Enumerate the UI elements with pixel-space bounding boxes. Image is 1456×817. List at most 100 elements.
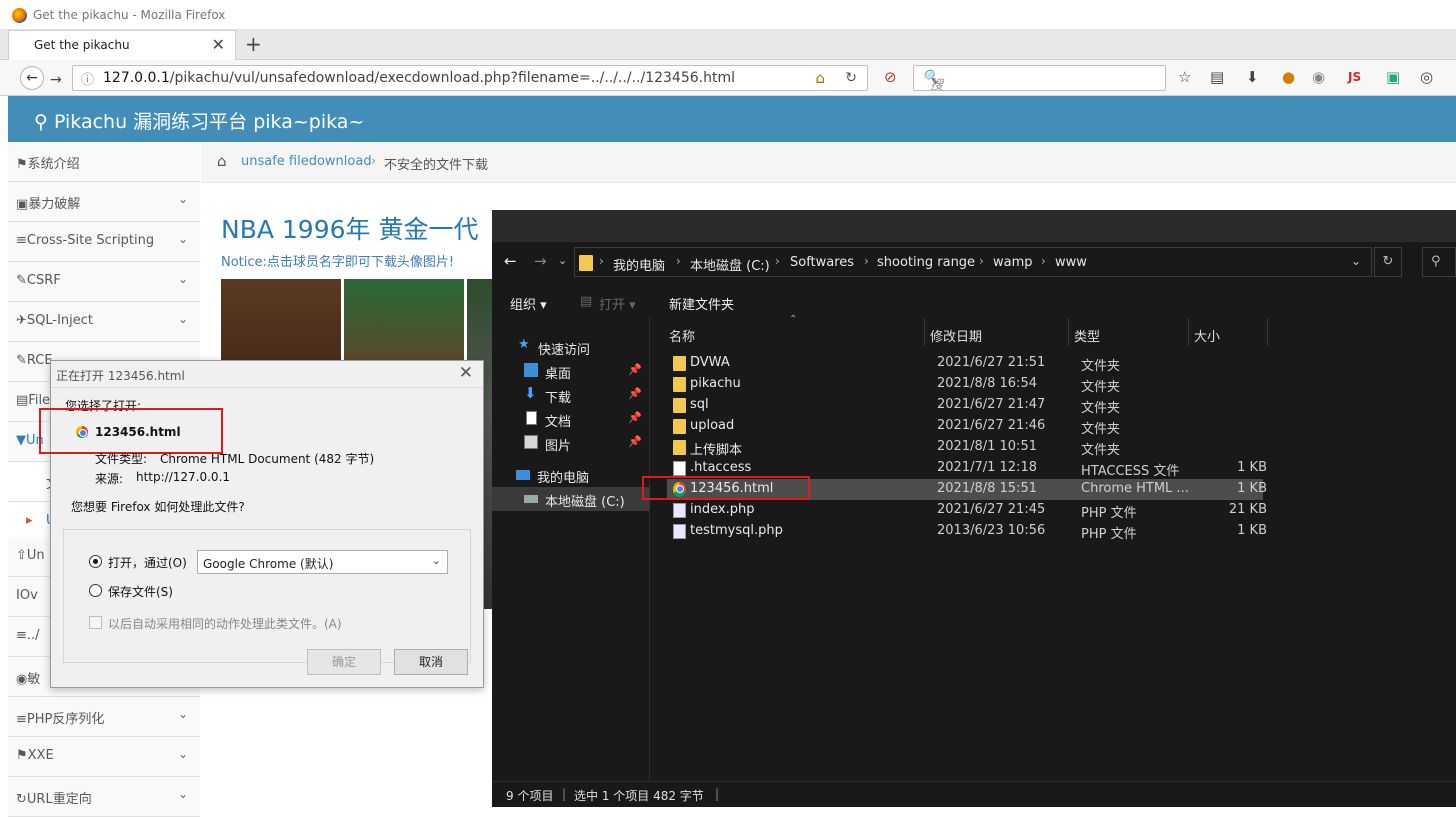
source-value: http://127.0.0.1 — [136, 470, 231, 484]
sidebar-item-php-unserialize[interactable]: ≡PHP反序列化 ⌄ — [8, 697, 200, 737]
open-with-label[interactable]: 打开，通过(O) — [108, 554, 187, 571]
path-crumb[interactable]: shooting range — [877, 255, 975, 270]
downloads-icon[interactable]: ⬇ — [1246, 68, 1259, 86]
file-row[interactable]: sql 2021/6/27 21:47 文件夹 — [667, 395, 1263, 416]
nav-pictures[interactable]: 图片 📌 — [492, 431, 650, 455]
js-toggle-icon[interactable]: JS — [1348, 70, 1361, 84]
folder-icon — [673, 398, 686, 413]
back-button[interactable]: ← — [20, 66, 44, 90]
extension-icon[interactable]: ● — [1282, 68, 1295, 86]
path-crumb[interactable]: Softwares — [790, 255, 854, 270]
nav-local-disk[interactable]: 本地磁盘 (C:) — [492, 487, 650, 511]
block-icon[interactable]: ⊘ — [884, 68, 897, 86]
upload-icon: ⇧ — [16, 548, 27, 563]
file-row[interactable]: DVWA 2021/6/27 21:51 文件夹 — [667, 353, 1263, 374]
tab-label: Get the pikachu — [34, 38, 130, 52]
auto-action-checkbox[interactable] — [89, 616, 102, 629]
column-header-size[interactable]: 大小 — [1194, 326, 1220, 345]
url-bar[interactable]: ⓘ 127.0.0.1/pikachu/vul/unsafedownload/e… — [72, 65, 868, 91]
star-icon: ★ — [518, 337, 530, 352]
addon-icon[interactable]: ◉ — [1312, 68, 1325, 86]
breadcrumb-link[interactable]: unsafe filedownload — [241, 154, 372, 169]
nav-downloads[interactable]: ⬇ 下载 📌 — [492, 383, 650, 407]
file-icon: ▤ — [16, 393, 29, 408]
file-row[interactable]: 上传脚本 2021/8/1 10:51 文件夹 — [667, 437, 1263, 458]
plane-icon: ✈ — [16, 313, 27, 328]
nav-desktop[interactable]: 桌面 📌 — [492, 359, 650, 383]
back-arrow-icon[interactable]: ← — [504, 252, 517, 270]
reload-icon[interactable]: ↻ — [845, 70, 857, 86]
path-crumb[interactable]: www — [1055, 255, 1087, 270]
dialog-close-icon[interactable]: ✕ — [459, 363, 473, 383]
folder-icon — [673, 419, 686, 434]
site-brand[interactable]: ⚲ Pikachu 漏洞练习平台 pika~pika~ — [34, 107, 364, 134]
refresh-icon[interactable]: ↻ — [1374, 247, 1402, 277]
forward-arrow-icon[interactable]: → — [534, 252, 547, 270]
new-tab-button[interactable]: + — [245, 32, 262, 56]
sidebar-item-csrf[interactable]: ✎CSRF ⌄ — [8, 262, 200, 302]
new-folder-button[interactable]: 新建文件夹 — [669, 294, 734, 313]
column-header-date[interactable]: 修改日期 — [930, 326, 982, 345]
nav-this-pc[interactable]: 我的电脑 — [492, 463, 650, 487]
url-text: 127.0.0.1/pikachu/vul/unsafedownload/exe… — [103, 70, 735, 86]
open-button[interactable]: 打开 ▾ — [599, 294, 636, 313]
address-dropdown-icon[interactable]: ⌄ — [1351, 254, 1361, 268]
column-header-name[interactable]: 名称 — [669, 326, 695, 345]
open-with-radio[interactable] — [89, 555, 102, 568]
file-type-value: Chrome HTML Document (482 字节) — [160, 452, 375, 466]
bookmark-star-icon[interactable]: ☆ — [1178, 68, 1191, 86]
auto-action-label[interactable]: 以后自动采用相同的动作处理此类文件。(A) — [108, 615, 342, 632]
align-icon: ≡ — [16, 628, 27, 643]
search-input[interactable]: 🔍 搜索 — [913, 65, 1166, 112]
picture-icon — [524, 435, 538, 449]
forward-button[interactable]: → — [50, 72, 62, 88]
open-with-select[interactable]: Google Chrome (默认) ⌄ — [197, 550, 448, 574]
folder-icon — [673, 356, 686, 371]
save-file-radio[interactable] — [89, 584, 102, 597]
window-titlebar: Get the pikachu - Mozilla Firefox — [0, 0, 1456, 30]
search-icon[interactable]: ⚲ — [1422, 247, 1456, 277]
path-crumb[interactable]: wamp — [993, 255, 1033, 270]
cancel-button[interactable]: 取消 — [394, 649, 468, 675]
breadcrumb-separator: › — [371, 154, 377, 169]
nav-quick-access[interactable]: ★ 快速访问 — [492, 335, 650, 359]
path-crumb[interactable]: 本地磁盘 (C:) — [690, 255, 770, 274]
drive-icon — [524, 495, 538, 503]
image-extension-icon[interactable]: ▣ — [1386, 68, 1400, 86]
ok-button[interactable]: 确定 — [307, 649, 381, 675]
pin-icon: 📌 — [628, 435, 642, 448]
dialog-title: 正在打开 123456.html — [56, 369, 185, 383]
home-icon[interactable]: ⌂ — [217, 152, 227, 170]
pin-icon: 📌 — [628, 387, 642, 400]
sidebar-item-sqli[interactable]: ✈SQL-Inject ⌄ — [8, 302, 200, 342]
explorer-address-bar[interactable]: › 我的电脑 › 本地磁盘 (C:) › Softwares › shootin… — [574, 247, 1372, 277]
close-tab-icon[interactable]: ✕ — [212, 35, 225, 54]
sidebar-item-xxe[interactable]: ⚑XXE ⌄ — [8, 737, 200, 777]
sidebar-item-xss[interactable]: ≡Cross-Site Scripting ⌄ — [8, 222, 200, 262]
info-icon[interactable]: ⓘ — [81, 69, 94, 88]
php-file-icon — [673, 503, 686, 518]
computer-icon — [516, 470, 530, 480]
sidebar-item-intro[interactable]: ⚑系统介绍 — [8, 142, 200, 182]
history-chevron-icon[interactable]: ⌄ — [558, 254, 567, 267]
file-row[interactable]: upload 2021/6/27 21:46 文件夹 — [667, 416, 1263, 437]
save-file-label[interactable]: 保存文件(S) — [108, 583, 173, 600]
home-icon[interactable]: ⌂ — [815, 69, 825, 87]
palette-icon[interactable]: ◎ — [1420, 68, 1433, 86]
sidebar-item-url-redirect[interactable]: ↻URL重定向 ⌄ — [8, 777, 200, 817]
nav-documents[interactable]: 文档 📌 — [492, 407, 650, 431]
action-question: 您想要 Firefox 如何处理此文件? — [69, 498, 247, 515]
selection-info: 选中 1 个项目 482 字节 — [574, 789, 704, 803]
sidebar-item-bruteforce[interactable]: ▣暴力破解 ⌄ — [8, 182, 200, 222]
column-header-type[interactable]: 类型 — [1074, 326, 1100, 345]
file-row[interactable]: pikachu 2021/8/8 16:54 文件夹 — [667, 374, 1263, 395]
organize-button[interactable]: 组织 ▾ — [510, 294, 547, 313]
navigation-toolbar: ← → ⓘ 127.0.0.1/pikachu/vul/unsafedownlo… — [0, 60, 1456, 112]
reading-list-icon[interactable]: ▤ — [1210, 68, 1224, 86]
tag-icon: ⚑ — [16, 157, 28, 172]
tab-get-the-pikachu[interactable]: Get the pikachu ✕ — [8, 30, 236, 60]
file-row[interactable]: testmysql.php 2013/6/23 10:56 PHP 文件 1 KB — [667, 521, 1267, 542]
chevron-down-icon: ⌄ — [177, 232, 188, 246]
path-crumb[interactable]: 我的电脑 — [613, 255, 665, 274]
file-row[interactable]: index.php 2021/6/27 21:45 PHP 文件 21 KB — [667, 500, 1267, 521]
